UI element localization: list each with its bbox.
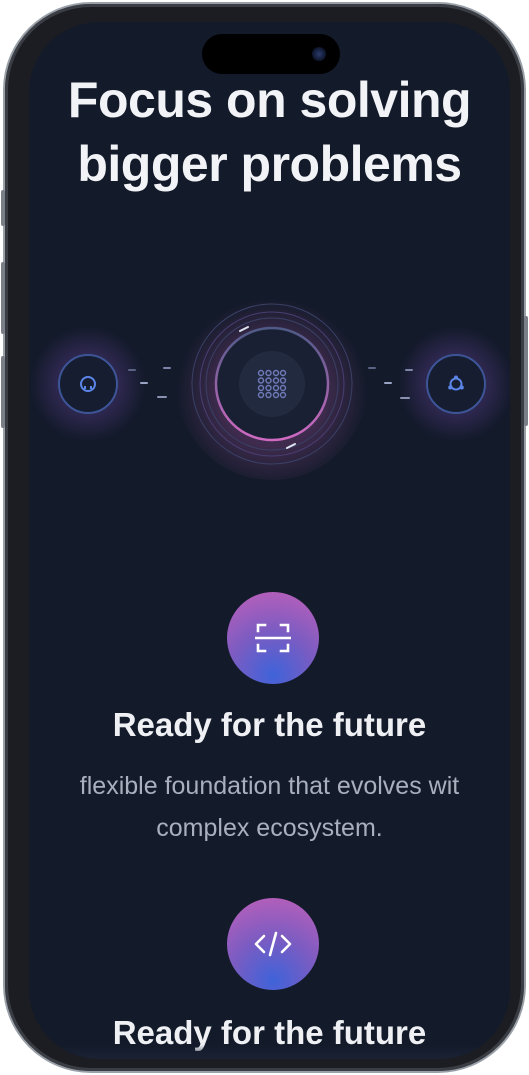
feature-1-description: flexible foundation that evolves wit com… xyxy=(29,765,510,849)
feature-1-description-line-2: complex ecosystem. xyxy=(156,814,383,842)
volume-up-button xyxy=(1,262,5,334)
scan-icon xyxy=(255,623,291,653)
feature-1-description-line-1: flexible foundation that evolves wit xyxy=(79,772,460,800)
bottom-fade xyxy=(29,1045,510,1059)
code-icon xyxy=(254,931,292,957)
front-camera xyxy=(312,47,326,61)
ubuntu-icon xyxy=(448,375,464,391)
screen: Focus on solving bigger problems Ready f… xyxy=(29,22,510,1059)
power-button xyxy=(524,316,528,426)
phone-frame: Focus on solving bigger problems Ready f… xyxy=(1,4,528,1071)
feature-1-title: Ready for the future xyxy=(112,706,427,743)
feature-1-icon-badge xyxy=(227,592,319,684)
dynamic-island xyxy=(202,34,340,74)
feature-2-icon-badge xyxy=(227,898,319,990)
page-headline: Focus on solving bigger problems xyxy=(29,68,510,196)
integrations-graphic xyxy=(29,282,510,492)
headline-line-2: bigger problems xyxy=(77,136,462,192)
action-button xyxy=(1,190,5,226)
github-icon xyxy=(80,376,96,392)
headline-line-1: Focus on solving xyxy=(67,72,472,128)
volume-down-button xyxy=(1,356,5,428)
grid-dots-icon xyxy=(257,369,287,399)
